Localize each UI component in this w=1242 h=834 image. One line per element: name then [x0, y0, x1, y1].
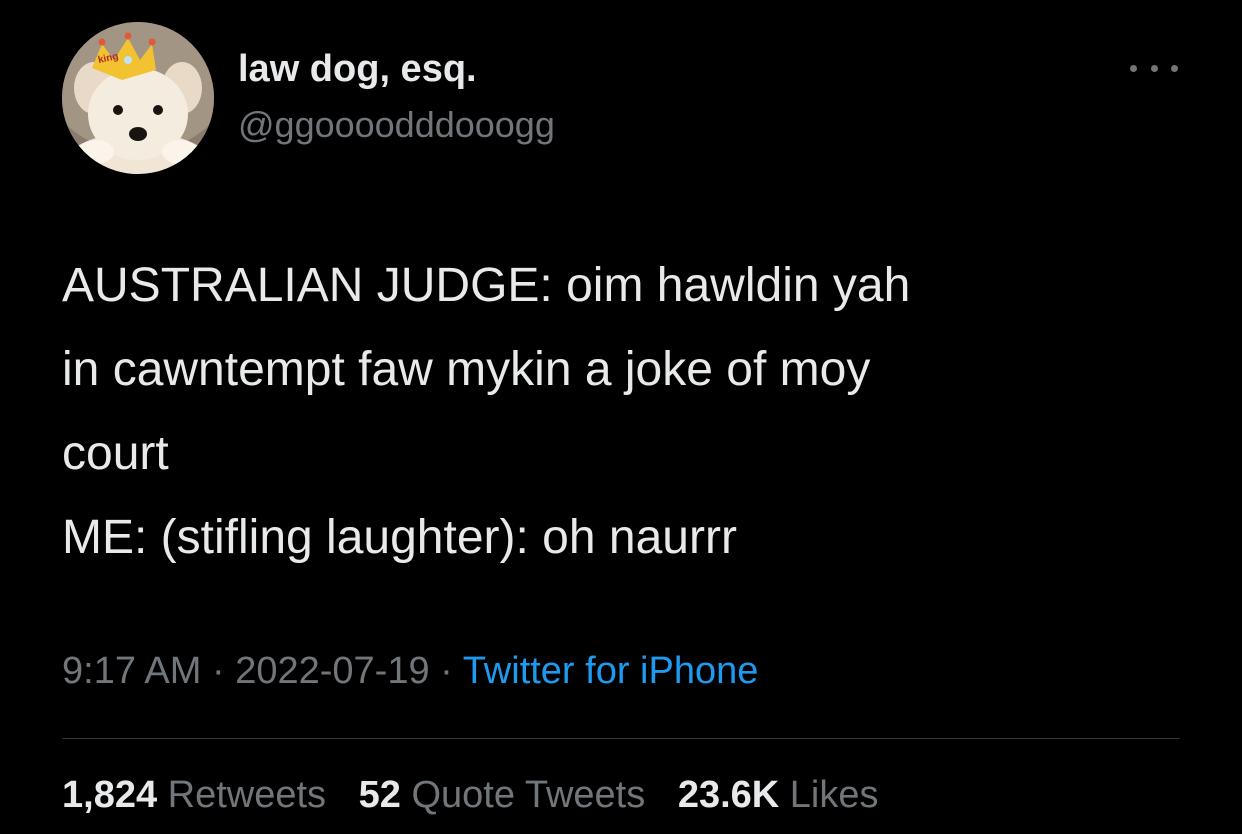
tweet-text: AUSTRALIAN JUDGE: oim hawldin yah in caw… [62, 244, 1182, 580]
likes-label: Likes [789, 774, 879, 816]
author-display-name[interactable]: law dog, esq. [238, 48, 477, 91]
divider [62, 738, 1180, 739]
more-horizontal-icon[interactable] [1130, 54, 1178, 82]
retweets-stat[interactable]: 1,824 Retweets [62, 774, 326, 816]
avatar[interactable]: king [62, 22, 214, 174]
meta-separator: · [440, 650, 453, 692]
author-handle[interactable]: @ggoooodddooogg [238, 104, 555, 146]
tweet-date[interactable]: 2022-07-19 [235, 650, 429, 692]
likes-count: 23.6K [677, 774, 780, 816]
tweet-text-line: in cawntempt faw mykin a joke of moy [62, 343, 871, 396]
dog-avatar-icon [62, 22, 214, 174]
tweet-text-line: court [62, 427, 169, 480]
retweets-label: Retweets [167, 774, 327, 816]
retweets-count: 1,824 [62, 774, 158, 816]
quote-tweets-stat[interactable]: 52 Quote Tweets [359, 774, 646, 816]
tweet-time[interactable]: 9:17 AM [62, 650, 201, 692]
tweet-stats: 1,824 Retweets 52 Quote Tweets 23.6K Lik… [62, 774, 901, 817]
tweet-source-link[interactable]: Twitter for iPhone [463, 650, 759, 692]
tweet-text-line: ME: (stifling laughter): oh naurrr [62, 511, 737, 564]
tweet-metadata: 9:17 AM · 2022-07-19 · Twitter for iPhon… [62, 650, 758, 693]
likes-stat[interactable]: 23.6K Likes [678, 774, 879, 816]
quote-tweets-label: Quote Tweets [411, 774, 646, 816]
quote-tweets-count: 52 [358, 774, 401, 816]
meta-separator: · [211, 650, 225, 692]
tweet-text-line: AUSTRALIAN JUDGE: oim hawldin yah [62, 259, 911, 312]
